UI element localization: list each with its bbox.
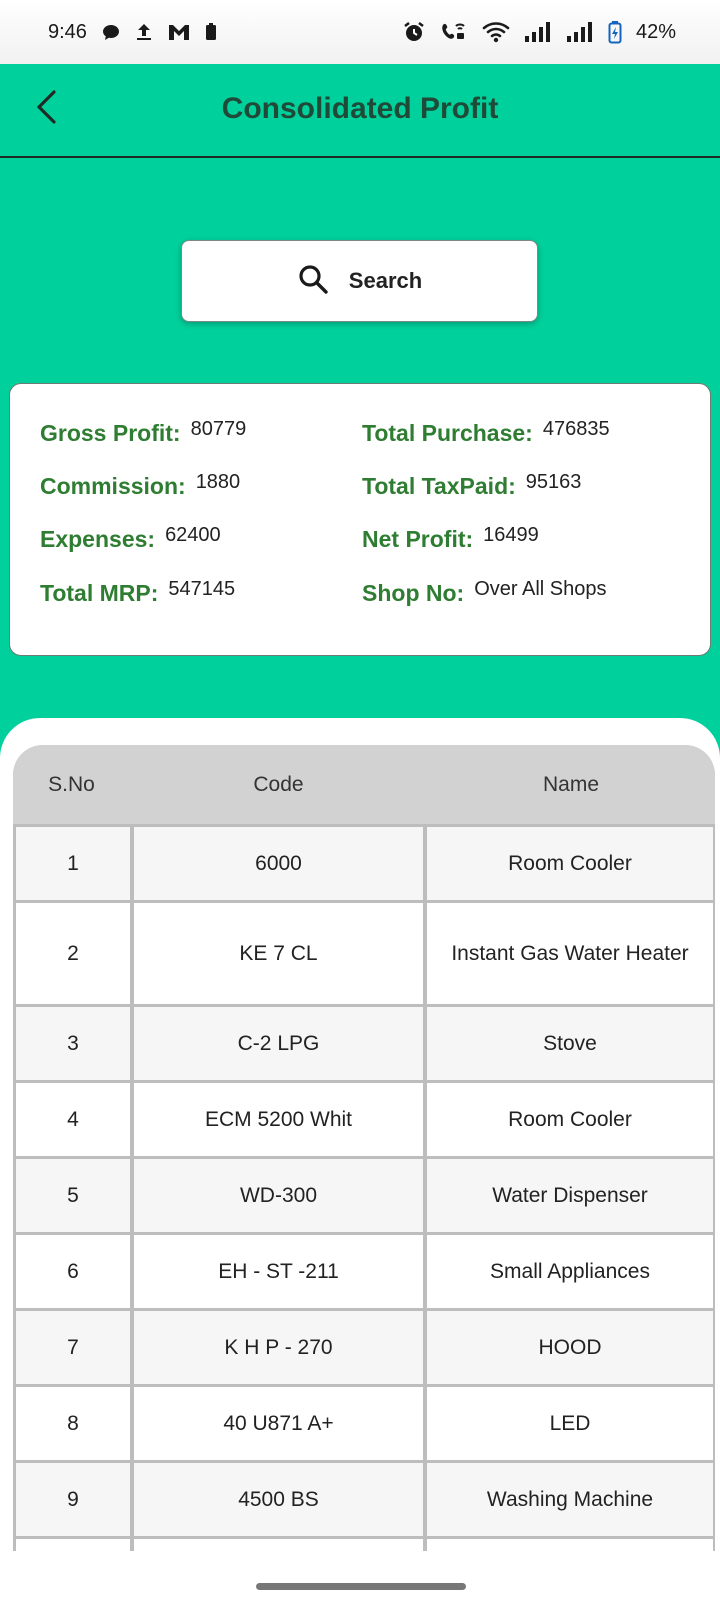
search-icon bbox=[297, 263, 329, 300]
cell-code: ECM 5200 Whit bbox=[134, 1083, 423, 1156]
cell-sno: 1 bbox=[16, 827, 130, 900]
cell-name: Instant Gas Water Heater bbox=[427, 903, 713, 1004]
cell-code: C-2 LPG bbox=[134, 1007, 423, 1080]
gmail-icon bbox=[167, 22, 191, 42]
cell-sno: 6 bbox=[16, 1235, 130, 1308]
expenses-value: 62400 bbox=[165, 524, 221, 546]
table-row[interactable]: 5 WD-300 Water Dispenser bbox=[13, 1156, 715, 1232]
cell-name: Small Appliances bbox=[427, 1235, 713, 1308]
cell-sno: 3 bbox=[16, 1007, 130, 1080]
wifi-call-icon bbox=[440, 20, 468, 44]
status-bar: 9:46 42% bbox=[0, 0, 720, 64]
cell-name: Room Cooler bbox=[427, 1083, 713, 1156]
search-label: Search bbox=[348, 268, 423, 293]
table-row-partial[interactable] bbox=[13, 1536, 715, 1551]
table-row[interactable]: 7 K H P - 270 HOOD bbox=[13, 1308, 715, 1384]
column-header-name: Name bbox=[542, 773, 600, 796]
gross-profit-value: 80779 bbox=[190, 418, 247, 440]
cell-name: HOOD bbox=[427, 1311, 713, 1384]
commission-value: 1880 bbox=[195, 471, 241, 493]
cell-name: LED bbox=[427, 1387, 713, 1460]
cell-code: 6000 bbox=[134, 827, 423, 900]
total-purchase-item: Total Purchase: 476835 bbox=[362, 418, 610, 447]
app-bar: Consolidated Profit bbox=[0, 64, 720, 158]
net-profit-item: Net Profit: 16499 bbox=[362, 524, 539, 553]
total-taxpaid-label: Total TaxPaid: bbox=[362, 473, 516, 499]
battery-icon bbox=[608, 20, 622, 44]
cell-code: KE 7 CL bbox=[134, 903, 423, 1004]
cell-sno: 9 bbox=[16, 1463, 130, 1536]
net-profit-label: Net Profit: bbox=[362, 526, 474, 552]
total-taxpaid-item: Total TaxPaid: 95163 bbox=[362, 471, 582, 500]
cell-sno: 5 bbox=[16, 1159, 130, 1232]
message-icon bbox=[101, 22, 121, 42]
column-header-sno: S.No bbox=[48, 773, 95, 796]
wifi-icon bbox=[482, 21, 510, 43]
gross-profit-item: Gross Profit: 80779 bbox=[40, 418, 247, 447]
total-mrp-value: 547145 bbox=[168, 578, 236, 600]
table-header: S.No Code Name bbox=[13, 745, 715, 824]
table-row[interactable]: 6 EH - ST -211 Small Appliances bbox=[13, 1232, 715, 1308]
cell-sno-empty bbox=[16, 1539, 130, 1551]
total-mrp-item: Total MRP: 547145 bbox=[40, 578, 236, 607]
search-button[interactable]: Search bbox=[181, 240, 538, 322]
cell-sno: 8 bbox=[16, 1387, 130, 1460]
cell-code: 40 U871 A+ bbox=[134, 1387, 423, 1460]
alarm-icon bbox=[402, 20, 426, 44]
total-taxpaid-value: 95163 bbox=[525, 471, 582, 493]
status-left: 9:46 bbox=[48, 21, 217, 44]
signal-icon bbox=[524, 21, 552, 43]
net-profit-value: 16499 bbox=[483, 524, 539, 546]
shop-no-label: Shop No: bbox=[362, 580, 465, 606]
cell-name: Room Cooler bbox=[427, 827, 713, 900]
cell-name-empty bbox=[427, 1539, 713, 1551]
table-row[interactable]: 3 C-2 LPG Stove bbox=[13, 1004, 715, 1080]
expenses-item: Expenses: 62400 bbox=[40, 524, 221, 553]
cell-name: Washing Machine bbox=[427, 1463, 713, 1536]
shop-no-item: Shop No: Over All Shops bbox=[362, 578, 607, 607]
table-row[interactable]: 8 40 U871 A+ LED bbox=[13, 1384, 715, 1460]
cell-code-empty bbox=[134, 1539, 423, 1551]
status-right: 42% bbox=[402, 20, 676, 44]
cell-name: Water Dispenser bbox=[427, 1159, 713, 1232]
total-mrp-label: Total MRP: bbox=[40, 580, 159, 606]
table-row[interactable]: 2 KE 7 CL Instant Gas Water Heater bbox=[13, 900, 715, 1004]
products-table[interactable]: S.No Code Name 1 6000 Room Cooler 2 KE 7… bbox=[13, 745, 715, 1551]
cell-sno: 2 bbox=[16, 903, 130, 1004]
total-purchase-label: Total Purchase: bbox=[362, 420, 533, 446]
gross-profit-label: Gross Profit: bbox=[40, 420, 181, 446]
table-row[interactable]: 9 4500 BS Washing Machine bbox=[13, 1460, 715, 1536]
battery-percent: 42% bbox=[635, 20, 676, 43]
cell-sno: 4 bbox=[16, 1083, 130, 1156]
home-indicator[interactable] bbox=[256, 1583, 466, 1590]
signal-icon bbox=[566, 21, 594, 43]
cell-name: Stove bbox=[427, 1007, 713, 1080]
cell-code: EH - ST -211 bbox=[134, 1235, 423, 1308]
column-header-code: Code bbox=[253, 773, 304, 796]
battery-small-icon bbox=[205, 22, 217, 42]
commission-label: Commission: bbox=[40, 473, 186, 499]
shop-no-value: Over All Shops bbox=[474, 578, 607, 600]
table-row[interactable]: 4 ECM 5200 Whit Room Cooler bbox=[13, 1080, 715, 1156]
total-purchase-value: 476835 bbox=[542, 418, 610, 440]
summary-card: Gross Profit: 80779 Total Purchase: 4768… bbox=[9, 383, 711, 656]
cell-code: WD-300 bbox=[134, 1159, 423, 1232]
navigation-bar bbox=[0, 1551, 720, 1600]
upload-icon bbox=[135, 22, 153, 42]
expenses-label: Expenses: bbox=[40, 526, 156, 552]
cell-sno: 7 bbox=[16, 1311, 130, 1384]
cell-code: K H P - 270 bbox=[134, 1311, 423, 1384]
cell-code: 4500 BS bbox=[134, 1463, 423, 1536]
commission-item: Commission: 1880 bbox=[40, 471, 241, 500]
status-time: 9:46 bbox=[48, 20, 87, 43]
page-title: Consolidated Profit bbox=[221, 92, 499, 125]
table-row[interactable]: 1 6000 Room Cooler bbox=[13, 824, 715, 900]
